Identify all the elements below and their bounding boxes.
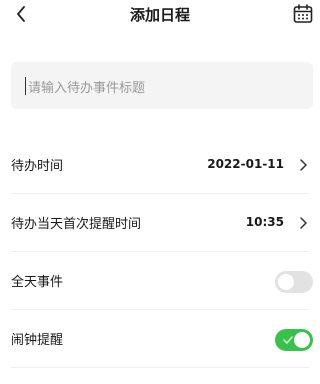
alarm-toggle[interactable] (275, 329, 313, 351)
calendar-button[interactable] (293, 4, 313, 24)
all-day-row: 全天事件 (0, 252, 320, 310)
event-title-input[interactable]: 请输入待办事件标题 (11, 62, 313, 109)
divider (11, 367, 309, 368)
event-title-placeholder: 请输入待办事件标题 (28, 81, 146, 96)
chevron-right-icon (300, 217, 307, 229)
first-reminder-row[interactable]: 待办当天首次提醒时间 10:35 (0, 194, 320, 252)
toggle-knob (294, 332, 310, 348)
page-title: 添加日程 (129, 6, 190, 24)
check-icon (283, 336, 293, 344)
first-reminder-label: 待办当天首次提醒时间 (11, 217, 142, 232)
text-cursor (25, 77, 26, 95)
all-day-label: 全天事件 (11, 275, 64, 290)
alarm-label: 闹钟提醒 (11, 333, 64, 348)
calendar-icon (293, 4, 313, 23)
alarm-row: 闹钟提醒 (0, 310, 320, 368)
chevron-right-icon (300, 159, 307, 171)
toggle-knob (278, 274, 294, 290)
header-bar: 添加日程 (0, 0, 320, 30)
all-day-toggle[interactable] (275, 271, 313, 293)
todo-time-value: 2022-01-11 (207, 157, 284, 171)
todo-time-label: 待办时间 (11, 159, 64, 174)
todo-time-row[interactable]: 待办时间 2022-01-11 (0, 136, 320, 194)
first-reminder-value: 10:35 (245, 215, 284, 229)
